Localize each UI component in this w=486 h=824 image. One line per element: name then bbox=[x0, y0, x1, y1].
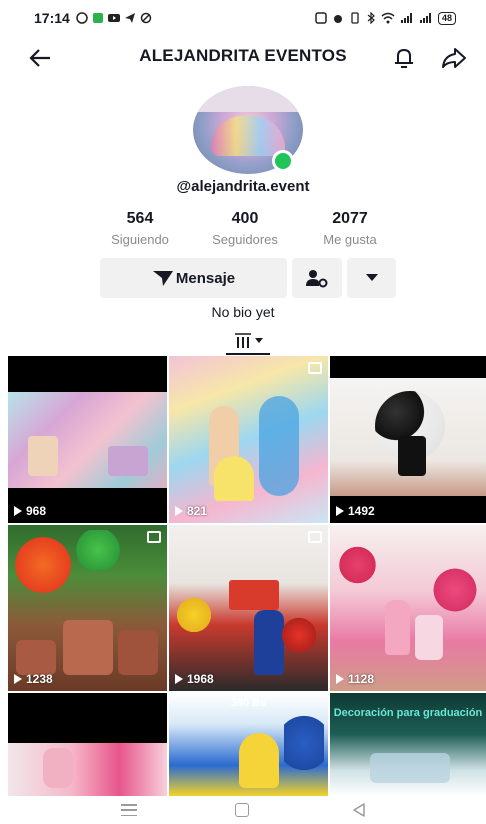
vibrate-icon bbox=[351, 12, 359, 24]
status-bar: 17:14 48 bbox=[0, 0, 486, 36]
view-count-value: 1968 bbox=[187, 672, 214, 686]
user-settings-icon bbox=[306, 270, 328, 288]
play-icon bbox=[175, 674, 183, 684]
battery-indicator: 48 bbox=[437, 11, 456, 25]
video-thumbnail[interactable]: 968 bbox=[8, 356, 167, 523]
play-icon bbox=[336, 674, 344, 684]
play-icon bbox=[336, 506, 344, 516]
profile-bio: No bio yet bbox=[211, 304, 275, 320]
youtube-icon bbox=[107, 14, 120, 22]
notification-icons bbox=[76, 12, 152, 24]
online-status-indicator bbox=[272, 150, 294, 172]
video-thumbnail[interactable]: 1128 bbox=[330, 525, 486, 691]
whatsapp-icon bbox=[76, 12, 88, 24]
notifications-button[interactable] bbox=[388, 42, 420, 74]
back-triangle-icon[interactable] bbox=[351, 802, 367, 818]
more-options-button[interactable] bbox=[347, 258, 396, 298]
view-count: 968 bbox=[14, 504, 46, 518]
stat-likes-label: Me gusta bbox=[323, 232, 377, 247]
view-count-value: 1238 bbox=[26, 672, 53, 686]
video-thumbnail[interactable]: 1968 bbox=[169, 525, 328, 691]
view-count: 1492 bbox=[336, 504, 375, 518]
video-grid: 968 821 1492 1238 1968 1128 380 Bs Decor… bbox=[8, 356, 486, 796]
view-count-value: 1128 bbox=[348, 672, 375, 686]
video-thumbnail[interactable]: Decoración para graduación bbox=[330, 693, 486, 796]
signal-icon bbox=[400, 13, 412, 23]
play-icon bbox=[14, 506, 22, 516]
nfc-icon bbox=[315, 12, 327, 24]
app-icon bbox=[92, 13, 103, 23]
video-thumbnail[interactable]: 821 bbox=[169, 356, 328, 523]
stat-likes[interactable]: 2077 Me gusta bbox=[305, 209, 395, 249]
profile-stats: 564 Siguiendo 400 Seguidores 2077 Me gus… bbox=[95, 209, 395, 253]
home-button[interactable] bbox=[235, 803, 249, 817]
view-count-value: 821 bbox=[187, 504, 208, 518]
stat-following-label: Siguiendo bbox=[111, 232, 169, 247]
view-count: 821 bbox=[175, 504, 207, 518]
chevron-down-icon bbox=[254, 338, 263, 343]
follow-settings-button[interactable] bbox=[292, 258, 342, 298]
view-count: 1128 bbox=[336, 672, 374, 686]
content-tabs bbox=[0, 326, 486, 356]
stat-likes-value: 2077 bbox=[332, 210, 368, 227]
message-button[interactable]: Mensaje bbox=[100, 258, 287, 298]
caret-down-icon bbox=[365, 274, 378, 281]
video-thumbnail[interactable]: 1492 bbox=[330, 356, 486, 523]
grid-bars-icon bbox=[234, 333, 251, 348]
send-message-icon bbox=[152, 271, 173, 286]
video-caption: Decoración para graduación bbox=[333, 707, 483, 719]
video-thumbnail[interactable]: 1238 bbox=[8, 525, 167, 691]
block-icon bbox=[140, 12, 152, 24]
tab-videos[interactable] bbox=[226, 328, 270, 354]
play-icon bbox=[175, 506, 183, 516]
status-time: 17:14 bbox=[34, 10, 70, 26]
view-count-value: 968 bbox=[26, 504, 47, 518]
share-arrow-icon bbox=[442, 48, 466, 68]
profile-header: ALEJANDRITA EVENTOS bbox=[0, 38, 486, 78]
view-count: 1238 bbox=[14, 672, 53, 686]
share-button[interactable] bbox=[438, 42, 470, 74]
stat-followers[interactable]: 400 Seguidores bbox=[200, 209, 290, 249]
multi-photo-icon bbox=[308, 362, 322, 374]
signal-icon-2 bbox=[419, 13, 431, 23]
bell-icon bbox=[395, 48, 413, 68]
message-button-label: Mensaje bbox=[175, 269, 236, 287]
profile-username: @alejandrita.event bbox=[176, 178, 310, 195]
stat-followers-value: 400 bbox=[231, 210, 259, 227]
play-icon bbox=[14, 674, 22, 684]
alarm-icon bbox=[333, 15, 342, 23]
multi-photo-icon bbox=[308, 531, 322, 543]
active-tab-indicator bbox=[226, 353, 270, 355]
multi-photo-icon bbox=[147, 531, 161, 543]
view-count: 1968 bbox=[175, 672, 214, 686]
stat-following[interactable]: 564 Siguiendo bbox=[95, 209, 185, 249]
video-thumbnail[interactable] bbox=[8, 693, 167, 796]
stat-following-value: 564 bbox=[126, 210, 154, 227]
video-thumbnail[interactable]: 380 Bs bbox=[169, 693, 328, 796]
stat-followers-label: Seguidores bbox=[212, 232, 278, 247]
wifi-icon bbox=[381, 12, 395, 24]
view-count-value: 1492 bbox=[348, 504, 375, 518]
bluetooth-icon bbox=[367, 12, 375, 24]
recent-apps-button[interactable] bbox=[121, 804, 137, 816]
send-icon bbox=[124, 13, 135, 23]
system-navigation-bar bbox=[0, 798, 486, 824]
